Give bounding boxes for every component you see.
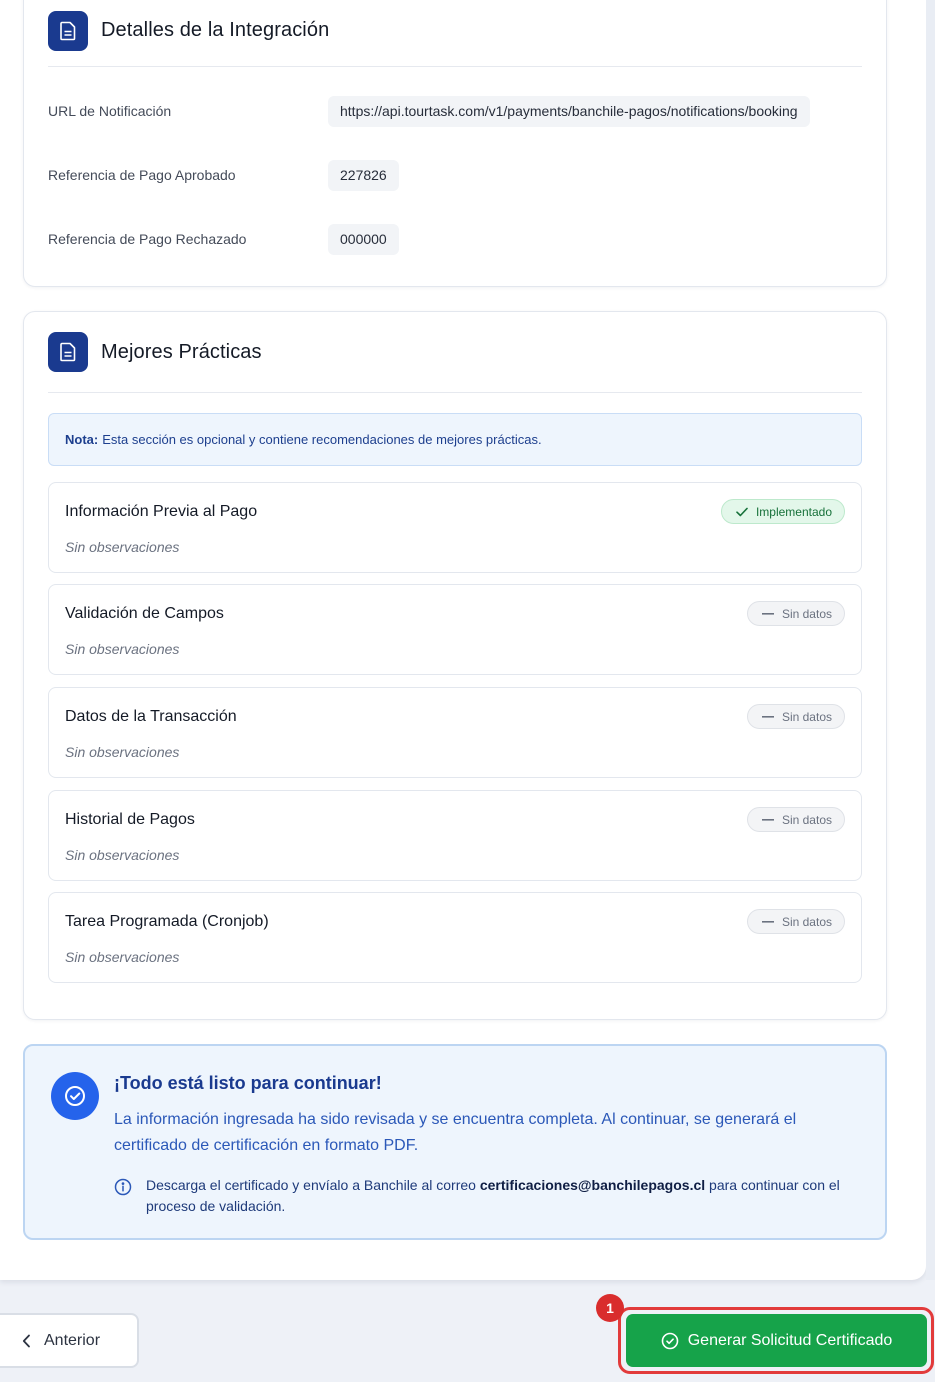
status-label: Implementado (755, 504, 832, 519)
check-icon (736, 507, 748, 516)
integration-card-header: Detalles de la Integración (48, 0, 862, 67)
practice-title: Validación de Campos (65, 605, 224, 622)
practice-observations: Sin observaciones (65, 847, 180, 863)
field-value: 227826 (328, 159, 399, 191)
status-label: Sin datos (781, 914, 832, 929)
ready-title: ¡Todo está listo para continuar! (114, 1073, 382, 1093)
practice-observations: Sin observaciones (65, 641, 180, 657)
field-label: Referencia de Pago Rechazado (48, 231, 247, 247)
practice-observations: Sin observaciones (65, 539, 180, 555)
certification-email: certificaciones@banchilepagos.cl (479, 1177, 706, 1193)
status-label: Sin datos (781, 606, 832, 621)
practice-item: Historial de Pagos Sin observaciones Sin… (48, 790, 862, 881)
step-number-badge: 1 (596, 1294, 624, 1322)
status-badge: Sin datos (746, 909, 845, 934)
status-badge: Sin datos (746, 807, 845, 832)
check-circle-icon (51, 1072, 99, 1120)
field-value: 000000 (328, 223, 399, 255)
chevron-left-icon (22, 1334, 30, 1347)
best-practices-card: Mejores Prácticas Nota: Esta sección es … (23, 311, 887, 1020)
practice-observations: Sin observaciones (65, 949, 180, 965)
field-label: URL de Notificación (48, 103, 172, 119)
info-icon (114, 1178, 132, 1202)
status-badge: Sin datos (746, 601, 845, 626)
ready-description: La información ingresada ha sido revisad… (114, 1111, 797, 1154)
practice-title: Tarea Programada (Cronjob) (65, 913, 269, 930)
generate-certificate-button[interactable]: Generar Solicitud Certificado (626, 1314, 927, 1367)
status-label: Sin datos (781, 709, 832, 724)
info-text-before: Descarga el certificado y envíalo a Banc… (146, 1177, 480, 1193)
practice-title: Datos de la Transacción (65, 708, 237, 725)
note-label: Nota: (65, 432, 99, 447)
practice-title: Información Previa al Pago (65, 503, 258, 520)
integration-details-card: Detalles de la Integración URL de Notifi… (23, 0, 887, 287)
practice-item: Datos de la Transacción Sin observacione… (48, 687, 862, 778)
document-icon (48, 10, 88, 51)
ready-info-message: Descarga el certificado y envíalo a Banc… (114, 1175, 854, 1217)
best-practices-card-title: Mejores Prácticas (101, 340, 262, 363)
field-label: Referencia de Pago Aprobado (48, 167, 236, 183)
field-value: https://api.tourtask.com/v1/payments/ban… (328, 95, 810, 127)
practice-title: Historial de Pagos (65, 811, 195, 828)
status-badge: Sin datos (746, 704, 845, 729)
practice-observations: Sin observaciones (65, 744, 180, 760)
dash-icon (761, 920, 774, 923)
optional-note: Nota: Esta sección es opcional y contien… (48, 413, 862, 466)
check-circle-icon (661, 1332, 679, 1349)
status-label: Sin datos (781, 812, 832, 827)
field-row-approved-reference: Referencia de Pago Aprobado 227826 (48, 159, 862, 191)
dash-icon (761, 715, 774, 718)
field-row-notification-url: URL de Notificación https://api.tourtask… (48, 95, 862, 127)
status-badge: Implementado (720, 499, 845, 524)
practice-item: Tarea Programada (Cronjob) Sin observaci… (48, 892, 862, 983)
practice-item: Validación de Campos Sin observaciones S… (48, 584, 862, 675)
ready-to-continue-box: ¡Todo está listo para continuar! La info… (23, 1044, 887, 1240)
best-practices-card-header: Mejores Prácticas (48, 312, 862, 393)
practice-item: Información Previa al Pago Sin observaci… (48, 482, 862, 573)
dash-icon (761, 818, 774, 821)
integration-card-title: Detalles de la Integración (101, 19, 330, 41)
note-text: Esta sección es opcional y contiene reco… (102, 432, 542, 447)
previous-button-label: Anterior (44, 1331, 101, 1349)
field-row-rejected-reference: Referencia de Pago Rechazado 000000 (48, 223, 862, 255)
previous-button[interactable]: Anterior (0, 1313, 139, 1368)
generate-button-label: Generar Solicitud Certificado (687, 1331, 893, 1349)
dash-icon (761, 612, 774, 615)
scrollbar-track[interactable] (926, 0, 935, 1280)
document-icon (48, 332, 88, 372)
